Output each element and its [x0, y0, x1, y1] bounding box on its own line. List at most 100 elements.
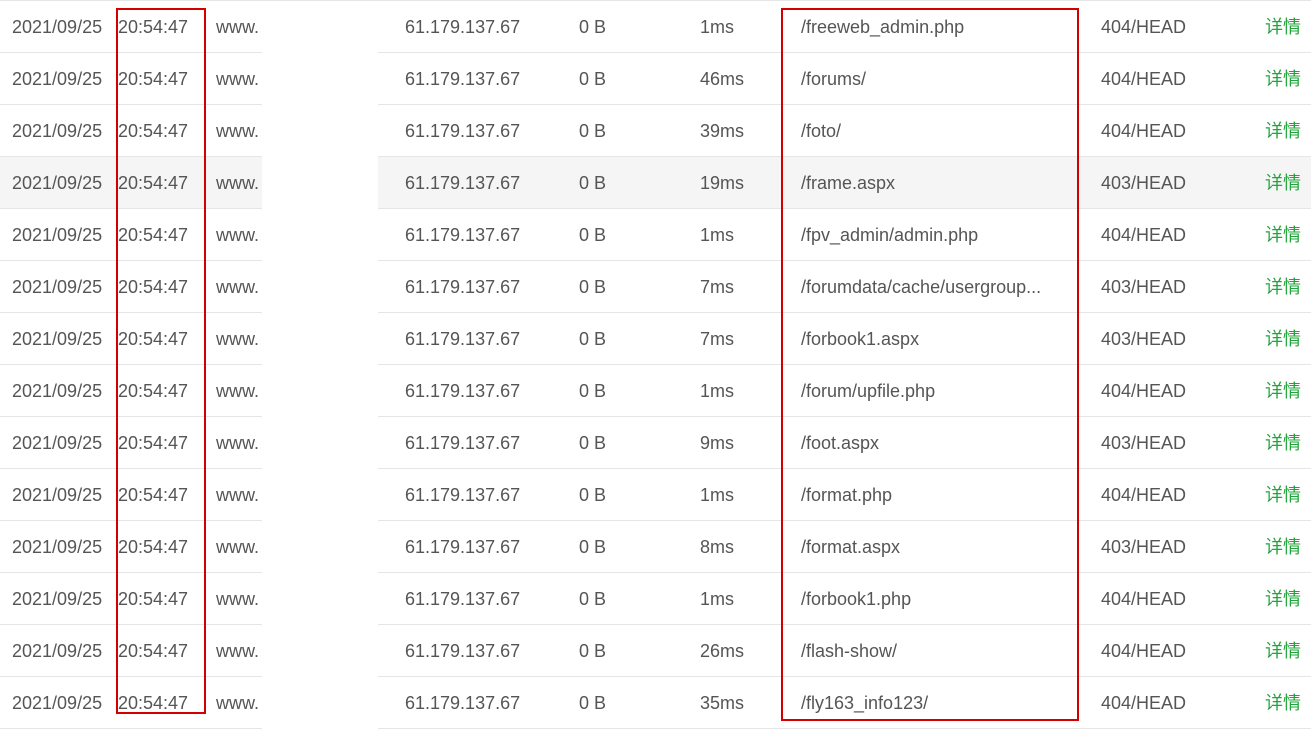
log-duration: 35ms — [700, 693, 745, 713]
log-ip: 61.179.137.67 — [405, 17, 521, 37]
detail-link[interactable]: 详情 — [1265, 417, 1305, 469]
detail-link[interactable]: 详情 — [1265, 1, 1305, 53]
table-row: 2021/09/25 20:54:47 www. 61.179.137.67 0 B 26… — [0, 625, 1311, 677]
log-host: www. — [216, 641, 260, 661]
log-status: 404/HEAD — [1101, 485, 1187, 505]
log-time: 20:54:47 — [118, 17, 189, 37]
log-path: /format.aspx — [801, 537, 901, 557]
log-path: /foot.aspx — [801, 433, 880, 453]
log-time: 20:54:47 — [118, 329, 189, 349]
log-size: 0 B — [579, 329, 607, 349]
table-row: 2021/09/25 20:54:47 www. 61.179.137.67 0 B 7m… — [0, 313, 1311, 365]
log-ip: 61.179.137.67 — [405, 641, 521, 661]
log-date: 2021/09/25 — [12, 69, 103, 89]
log-host: www. — [216, 17, 260, 37]
log-duration: 19ms — [700, 173, 745, 193]
log-host: www. — [216, 121, 260, 141]
log-time: 20:54:47 — [118, 537, 189, 557]
log-size: 0 B — [579, 589, 607, 609]
log-size: 0 B — [579, 485, 607, 505]
log-size: 0 B — [579, 537, 607, 557]
redacted-host-mask — [262, 469, 378, 521]
log-host: www. — [216, 329, 260, 349]
log-status: 403/HEAD — [1101, 537, 1187, 557]
detail-link[interactable]: 详情 — [1265, 105, 1305, 157]
redacted-host-mask — [262, 53, 378, 105]
log-time: 20:54:47 — [118, 485, 189, 505]
log-date: 2021/09/25 — [12, 17, 103, 37]
table-row: 2021/09/25 20:54:47 www. 61.179.137.67 0 B 7m… — [0, 261, 1311, 313]
log-path: /forum/upfile.php — [801, 381, 936, 401]
detail-link[interactable]: 详情 — [1265, 157, 1305, 209]
log-path: /foto/ — [801, 121, 842, 141]
log-time: 20:54:47 — [118, 693, 189, 713]
detail-link[interactable]: 详情 — [1265, 313, 1305, 365]
redacted-host-mask — [262, 157, 378, 209]
detail-link[interactable]: 详情 — [1265, 625, 1305, 677]
log-size: 0 B — [579, 69, 607, 89]
log-date: 2021/09/25 — [12, 693, 103, 713]
log-size: 0 B — [579, 173, 607, 193]
log-host: www. — [216, 433, 260, 453]
log-duration: 1ms — [700, 381, 735, 401]
log-time: 20:54:47 — [118, 173, 189, 193]
detail-link[interactable]: 详情 — [1265, 677, 1305, 729]
log-time: 20:54:47 — [118, 381, 189, 401]
log-status: 403/HEAD — [1101, 433, 1187, 453]
detail-link[interactable]: 详情 — [1265, 261, 1305, 313]
table-row: 2021/09/25 20:54:47 www. 61.179.137.67 0 B 39… — [0, 105, 1311, 157]
log-ip: 61.179.137.67 — [405, 381, 521, 401]
log-time: 20:54:47 — [118, 225, 189, 245]
log-date: 2021/09/25 — [12, 329, 103, 349]
redacted-host-mask — [262, 105, 378, 157]
log-size: 0 B — [579, 277, 607, 297]
log-path: /forbook1.aspx — [801, 329, 920, 349]
detail-link[interactable]: 详情 — [1265, 521, 1305, 573]
log-duration: 8ms — [700, 537, 735, 557]
log-ip: 61.179.137.67 — [405, 329, 521, 349]
log-date: 2021/09/25 — [12, 277, 103, 297]
log-ip: 61.179.137.67 — [405, 225, 521, 245]
log-ip: 61.179.137.67 — [405, 277, 521, 297]
log-size: 0 B — [579, 641, 607, 661]
table-row: 2021/09/25 20:54:47 www. 61.179.137.67 0 B 19… — [0, 157, 1311, 209]
log-duration: 26ms — [700, 641, 745, 661]
log-path: /fpv_admin/admin.php — [801, 225, 979, 245]
log-status: 403/HEAD — [1101, 173, 1187, 193]
log-ip: 61.179.137.67 — [405, 485, 521, 505]
log-date: 2021/09/25 — [12, 225, 103, 245]
log-time: 20:54:47 — [118, 433, 189, 453]
log-path: /format.php — [801, 485, 893, 505]
log-path: /frame.aspx — [801, 173, 896, 193]
table-row: 2021/09/25 20:54:47 www. 61.179.137.67 0 B 1m… — [0, 365, 1311, 417]
log-status: 404/HEAD — [1101, 693, 1187, 713]
log-ip: 61.179.137.67 — [405, 693, 521, 713]
log-date: 2021/09/25 — [12, 121, 103, 141]
table-row: 2021/09/25 20:54:47 www. 61.179.137.67 0 B 46… — [0, 53, 1311, 105]
detail-link[interactable]: 详情 — [1265, 573, 1305, 625]
log-size: 0 B — [579, 381, 607, 401]
log-date: 2021/09/25 — [12, 173, 103, 193]
log-host: www. — [216, 277, 260, 297]
log-host: www. — [216, 537, 260, 557]
log-status: 404/HEAD — [1101, 381, 1187, 401]
log-date: 2021/09/25 — [12, 589, 103, 609]
log-path: /forums/ — [801, 69, 867, 89]
redacted-host-mask — [262, 625, 378, 677]
access-log-table: 2021/09/25 20:54:47 www. 61.179.137.67 0 B 1m… — [0, 0, 1311, 729]
log-host: www. — [216, 173, 260, 193]
redacted-host-mask — [262, 417, 378, 469]
detail-link[interactable]: 详情 — [1265, 365, 1305, 417]
log-status: 403/HEAD — [1101, 329, 1187, 349]
log-size: 0 B — [579, 17, 607, 37]
log-time: 20:54:47 — [118, 641, 189, 661]
detail-link[interactable]: 详情 — [1265, 53, 1305, 105]
log-status: 404/HEAD — [1101, 589, 1187, 609]
log-status: 404/HEAD — [1101, 641, 1187, 661]
redacted-host-mask — [262, 261, 378, 313]
log-size: 0 B — [579, 693, 607, 713]
detail-link[interactable]: 详情 — [1265, 469, 1305, 521]
detail-link[interactable]: 详情 — [1265, 209, 1305, 261]
log-duration: 39ms — [700, 121, 745, 141]
log-status: 404/HEAD — [1101, 69, 1187, 89]
